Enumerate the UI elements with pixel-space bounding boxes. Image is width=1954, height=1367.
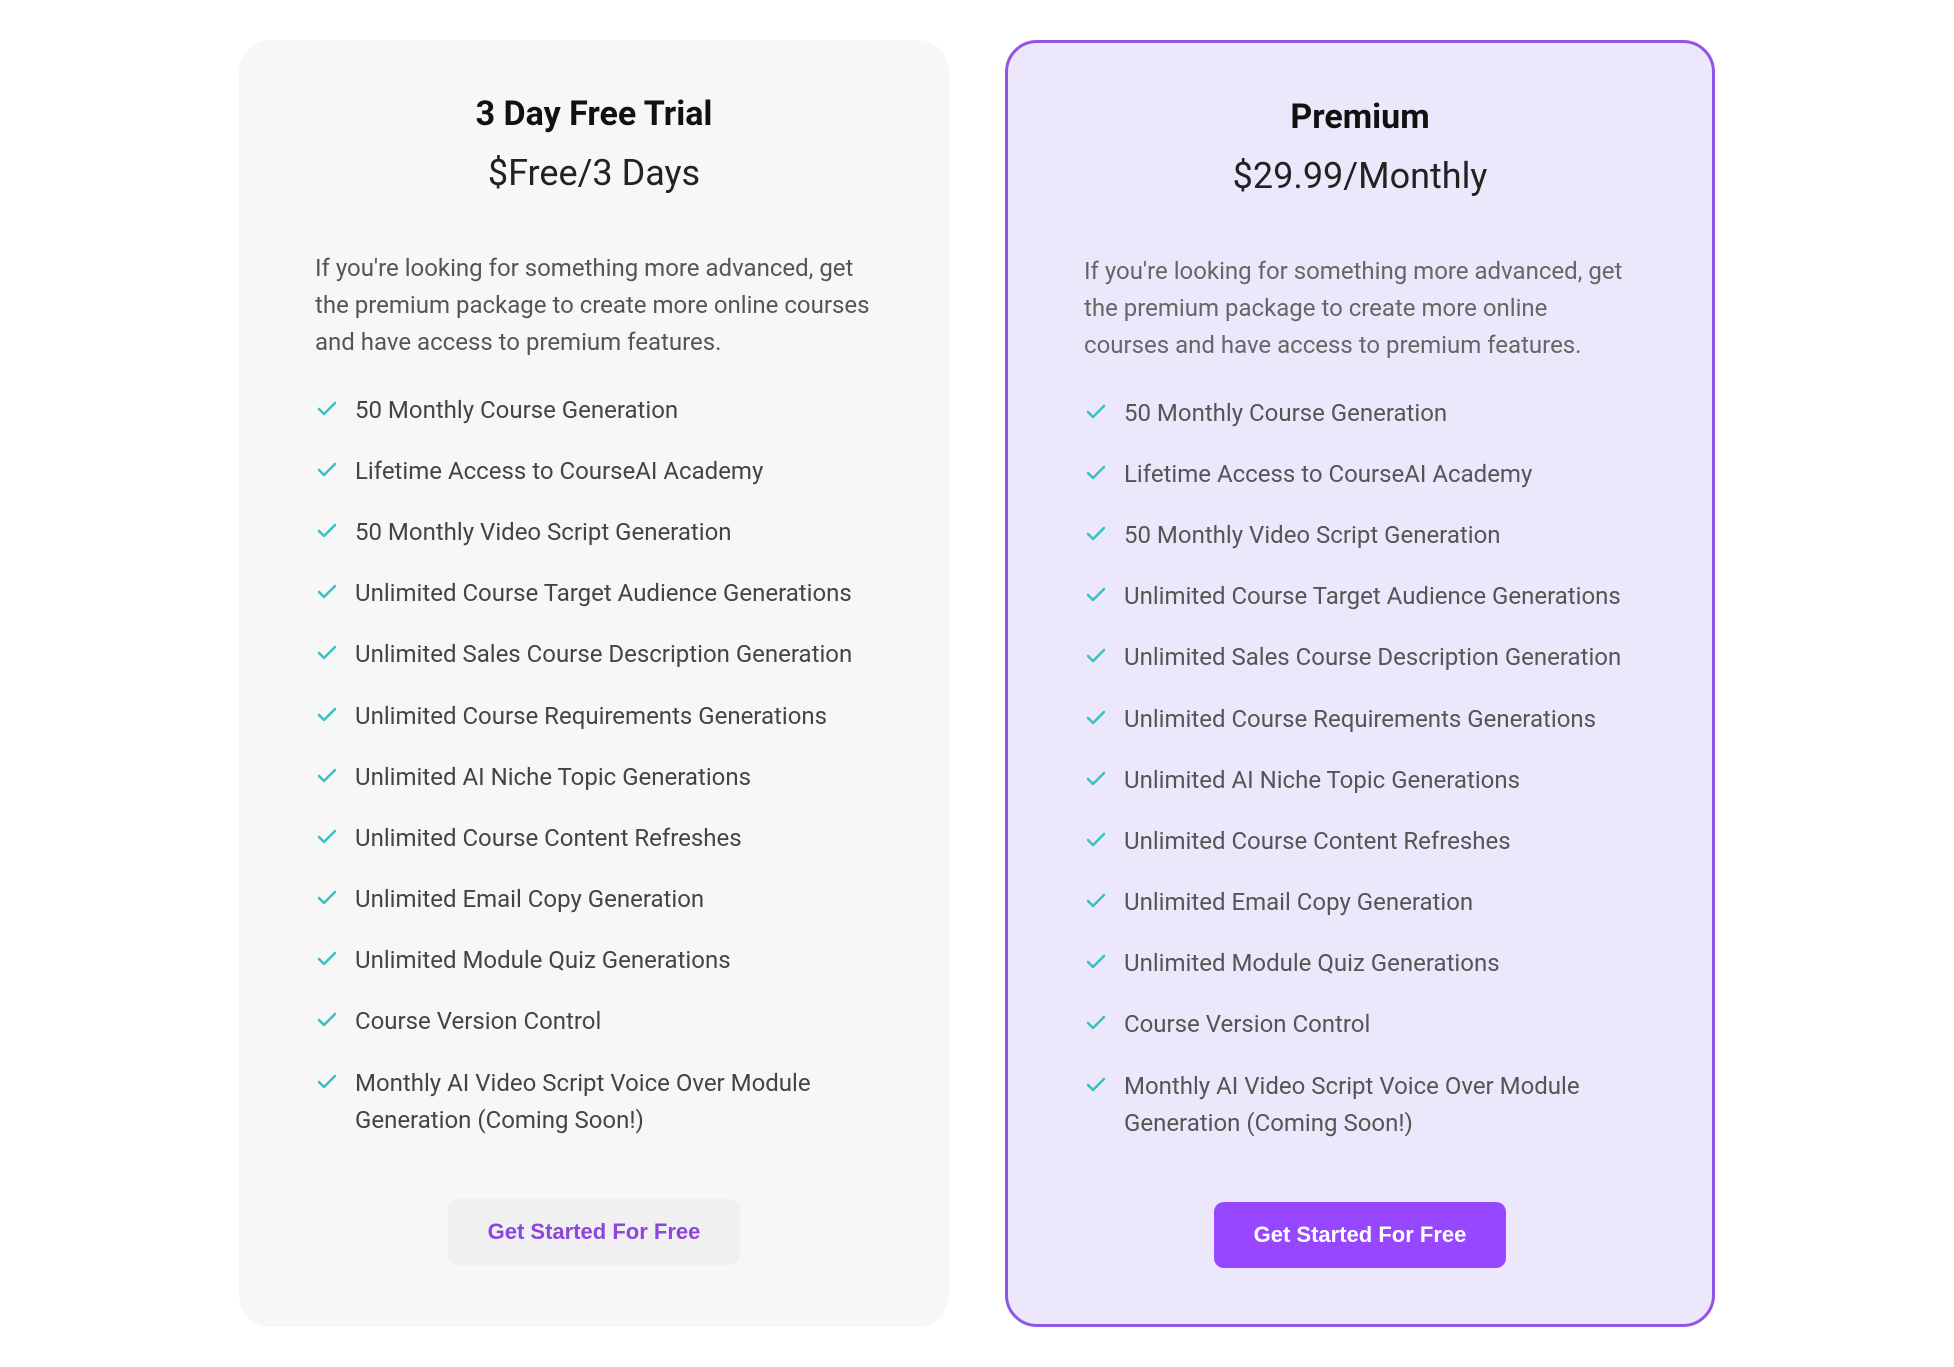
feature-item: Course Version Control <box>1084 994 1636 1055</box>
feature-text: Course Version Control <box>355 1003 601 1040</box>
get-started-premium-button[interactable]: Get Started For Free <box>1214 1202 1507 1268</box>
feature-text: Unlimited Course Content Refreshes <box>1124 823 1511 860</box>
plan-description: If you're looking for something more adv… <box>1084 253 1636 365</box>
feature-item: Unlimited AI Niche Topic Generations <box>1084 750 1636 811</box>
feature-item: Unlimited Course Content Refreshes <box>315 808 873 869</box>
feature-item: Unlimited Email Copy Generation <box>315 869 873 930</box>
plan-title: Premium <box>1068 97 1652 137</box>
feature-text: Unlimited Course Target Audience Generat… <box>1124 578 1621 615</box>
feature-item: 50 Monthly Video Script Generation <box>1084 505 1636 566</box>
check-icon <box>315 580 339 604</box>
pricing-container: 3 Day Free Trial $Free/3 Days If you're … <box>0 40 1954 1327</box>
check-icon <box>315 703 339 727</box>
check-icon <box>1084 1073 1108 1097</box>
check-icon <box>315 947 339 971</box>
feature-text: Lifetime Access to CourseAI Academy <box>355 453 763 490</box>
check-icon <box>315 458 339 482</box>
feature-item: 50 Monthly Course Generation <box>315 380 873 441</box>
feature-text: Monthly AI Video Script Voice Over Modul… <box>355 1065 873 1139</box>
check-icon <box>1084 828 1108 852</box>
feature-item: Unlimited Course Requirements Generation… <box>1084 689 1636 750</box>
feature-item: Monthly AI Video Script Voice Over Modul… <box>315 1053 873 1151</box>
check-icon <box>1084 1011 1108 1035</box>
plan-card-free-trial: 3 Day Free Trial $Free/3 Days If you're … <box>239 40 949 1327</box>
check-icon <box>1084 400 1108 424</box>
feature-item: Unlimited Course Content Refreshes <box>1084 811 1636 872</box>
feature-text: 50 Monthly Video Script Generation <box>355 514 732 551</box>
get-started-free-button[interactable]: Get Started For Free <box>448 1199 741 1265</box>
feature-text: Unlimited Module Quiz Generations <box>1124 945 1500 982</box>
feature-text: 50 Monthly Video Script Generation <box>1124 517 1501 554</box>
feature-text: Unlimited Course Requirements Generation… <box>355 698 827 735</box>
feature-text: Unlimited Course Requirements Generation… <box>1124 701 1596 738</box>
feature-text: Unlimited Email Copy Generation <box>355 881 704 918</box>
plan-price: $Free/3 Days <box>299 152 889 194</box>
plan-price: $29.99/Monthly <box>1068 155 1652 197</box>
check-icon <box>315 1070 339 1094</box>
check-icon <box>1084 522 1108 546</box>
cta-wrap: Get Started For Free <box>299 1199 889 1265</box>
feature-item: Unlimited AI Niche Topic Generations <box>315 747 873 808</box>
check-icon <box>1084 583 1108 607</box>
feature-item: Lifetime Access to CourseAI Academy <box>315 441 873 502</box>
feature-item: 50 Monthly Course Generation <box>1084 383 1636 444</box>
feature-text: Unlimited Course Target Audience Generat… <box>355 575 852 612</box>
check-icon <box>315 519 339 543</box>
check-icon <box>315 764 339 788</box>
check-icon <box>315 1008 339 1032</box>
feature-text: Unlimited Course Content Refreshes <box>355 820 742 857</box>
feature-item: Unlimited Course Requirements Generation… <box>315 686 873 747</box>
feature-item: Unlimited Module Quiz Generations <box>315 930 873 991</box>
feature-item: Unlimited Module Quiz Generations <box>1084 933 1636 994</box>
feature-text: Unlimited Sales Course Description Gener… <box>355 636 852 673</box>
check-icon <box>1084 889 1108 913</box>
check-icon <box>1084 767 1108 791</box>
check-icon <box>315 641 339 665</box>
feature-item: Unlimited Sales Course Description Gener… <box>1084 627 1636 688</box>
feature-item: Unlimited Sales Course Description Gener… <box>315 624 873 685</box>
feature-text: Unlimited Sales Course Description Gener… <box>1124 639 1621 676</box>
feature-item: Monthly AI Video Script Voice Over Modul… <box>1084 1056 1636 1154</box>
feature-text: Unlimited Email Copy Generation <box>1124 884 1473 921</box>
feature-list: 50 Monthly Course Generation Lifetime Ac… <box>315 380 873 1151</box>
feature-list: 50 Monthly Course Generation Lifetime Ac… <box>1084 383 1636 1154</box>
feature-text: Unlimited AI Niche Topic Generations <box>1124 762 1520 799</box>
check-icon <box>315 397 339 421</box>
check-icon <box>1084 706 1108 730</box>
feature-item: 50 Monthly Video Script Generation <box>315 502 873 563</box>
plan-description: If you're looking for something more adv… <box>315 250 873 362</box>
feature-item: Unlimited Course Target Audience Generat… <box>315 563 873 624</box>
check-icon <box>315 825 339 849</box>
feature-item: Course Version Control <box>315 991 873 1052</box>
feature-text: Lifetime Access to CourseAI Academy <box>1124 456 1532 493</box>
feature-text: 50 Monthly Course Generation <box>355 392 678 429</box>
plan-card-premium: Premium $29.99/Monthly If you're looking… <box>1005 40 1715 1327</box>
feature-item: Unlimited Email Copy Generation <box>1084 872 1636 933</box>
check-icon <box>315 886 339 910</box>
plan-title: 3 Day Free Trial <box>299 94 889 134</box>
check-icon <box>1084 644 1108 668</box>
check-icon <box>1084 461 1108 485</box>
feature-text: Monthly AI Video Script Voice Over Modul… <box>1124 1068 1636 1142</box>
check-icon <box>1084 950 1108 974</box>
cta-wrap: Get Started For Free <box>1068 1202 1652 1268</box>
feature-text: 50 Monthly Course Generation <box>1124 395 1447 432</box>
feature-item: Unlimited Course Target Audience Generat… <box>1084 566 1636 627</box>
feature-text: Unlimited Module Quiz Generations <box>355 942 731 979</box>
feature-text: Course Version Control <box>1124 1006 1370 1043</box>
feature-text: Unlimited AI Niche Topic Generations <box>355 759 751 796</box>
feature-item: Lifetime Access to CourseAI Academy <box>1084 444 1636 505</box>
